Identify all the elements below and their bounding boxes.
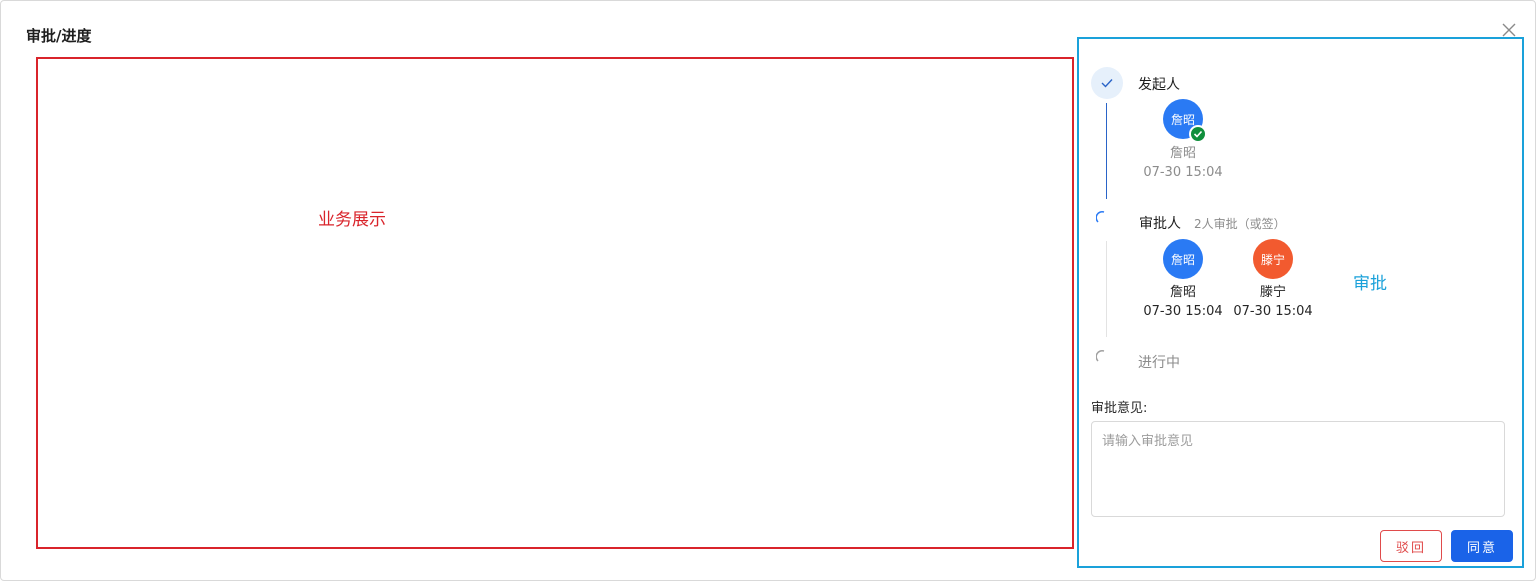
step-initiator-title: 发起人 — [1138, 77, 1180, 93]
person-name: 滕宁 — [1259, 285, 1286, 300]
reject-button[interactable]: 驳回 — [1380, 530, 1442, 562]
avatar: 詹昭 — [1163, 239, 1203, 279]
step-connector — [1106, 103, 1107, 199]
business-display-area: 业务展示 — [36, 57, 1074, 549]
person-name: 詹昭 — [1169, 285, 1196, 300]
step-approver-title: 审批人 — [1139, 216, 1181, 232]
avatar: 滕宁 — [1253, 239, 1293, 279]
dialog-title: 审批/进度 — [26, 27, 92, 45]
step-done-icon — [1091, 67, 1123, 99]
person-time: 07-30 15:04 — [1233, 304, 1313, 319]
approval-dialog: 审批/进度 业务展示 审批 发起人 詹昭 詹昭 07-30 15:04 审批人 … — [0, 0, 1536, 581]
agree-button[interactable]: 同意 — [1451, 530, 1513, 562]
step-pending-title: 进行中 — [1138, 355, 1180, 371]
opinion-input[interactable] — [1091, 421, 1505, 517]
opinion-label: 审批意见: — [1091, 401, 1148, 416]
approval-annotation: 审批 — [1353, 274, 1387, 294]
person-name: 詹昭 — [1169, 146, 1196, 161]
loading-spinner-icon — [1095, 209, 1110, 223]
business-display-label: 业务展示 — [318, 210, 386, 230]
step-approver-subtitle: 2人审批（或签） — [1194, 217, 1286, 231]
approval-panel: 审批 发起人 詹昭 詹昭 07-30 15:04 审批人 2人审批（或签） 詹昭… — [1077, 37, 1524, 568]
person-time: 07-30 15:04 — [1143, 165, 1223, 180]
check-badge-icon — [1189, 125, 1207, 143]
step-connector — [1106, 241, 1107, 337]
person-time: 07-30 15:04 — [1143, 304, 1223, 319]
loading-spinner-icon — [1095, 348, 1110, 362]
